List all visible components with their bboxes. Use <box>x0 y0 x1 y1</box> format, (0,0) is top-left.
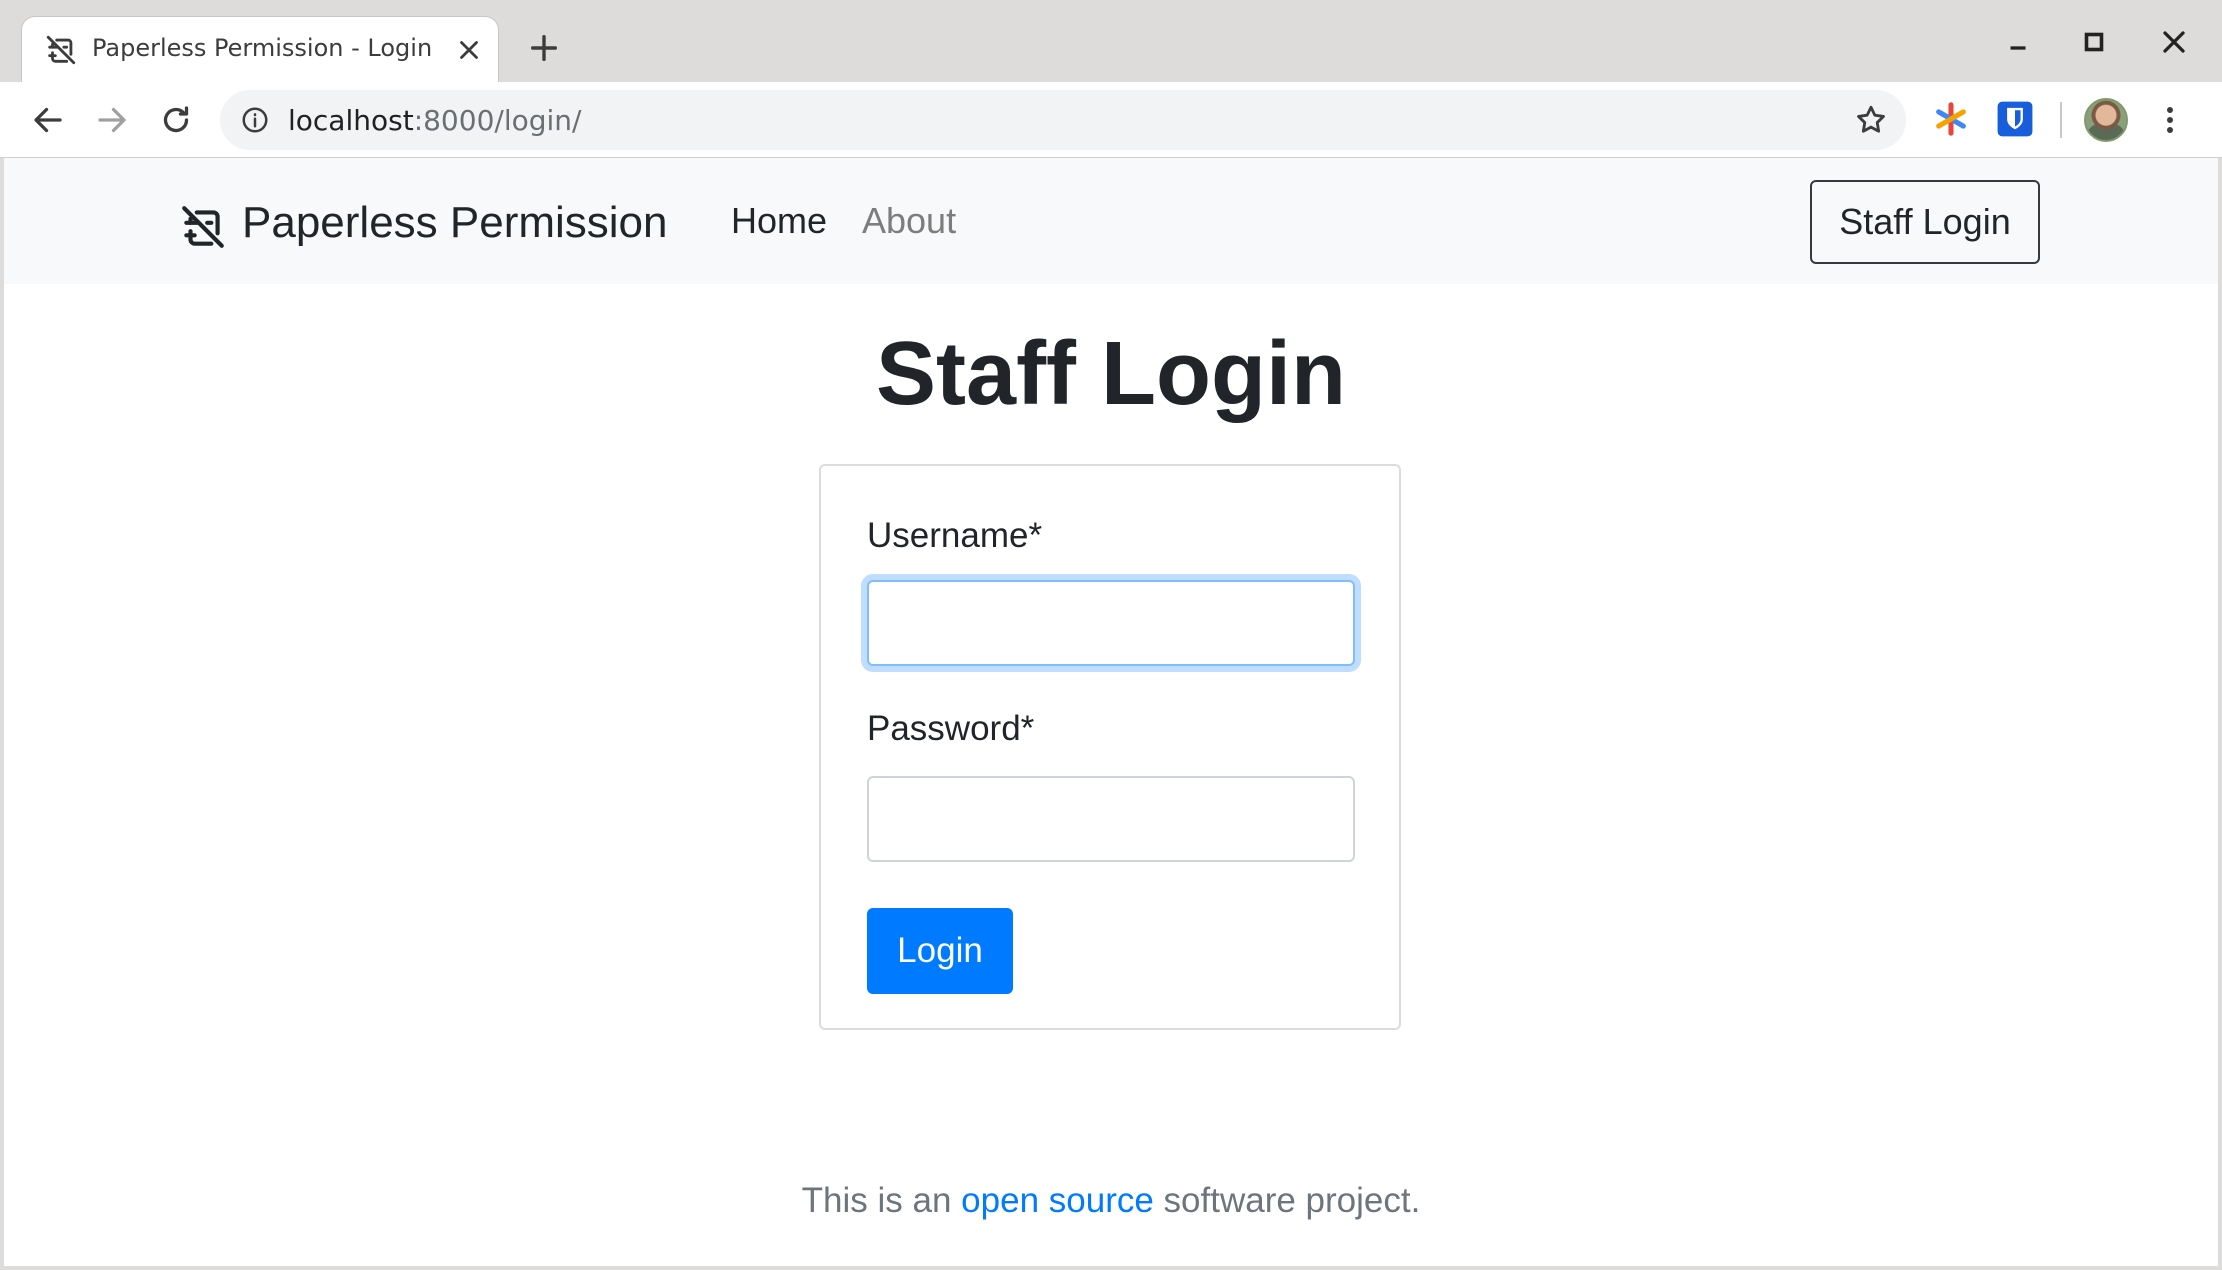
close-tab-icon[interactable] <box>454 35 484 65</box>
browser-tab[interactable]: Paperless Permission - Login <box>21 16 499 82</box>
username-label: Username* <box>867 516 1043 555</box>
info-icon[interactable] <box>240 105 270 135</box>
extension-asterisk-icon[interactable] <box>1932 100 1970 138</box>
username-input[interactable] <box>867 580 1355 666</box>
footer-text: This is an open source software project. <box>4 1181 2218 1221</box>
paper-off-icon <box>44 33 78 67</box>
reload-icon[interactable] <box>158 102 194 138</box>
browser-window: Paperless Permission - Login localhost:8… <box>0 0 2222 1270</box>
address-bar[interactable]: localhost:8000/login/ <box>220 90 1906 150</box>
nav-link-about[interactable]: About <box>862 200 956 242</box>
bookmark-star-icon[interactable] <box>1854 103 1888 137</box>
bitwarden-shield-icon[interactable] <box>1996 100 2034 138</box>
window-close-icon[interactable] <box>2156 24 2192 60</box>
tab-strip: Paperless Permission - Login <box>0 0 2222 82</box>
toolbar-divider <box>2060 102 2062 138</box>
maximize-icon[interactable] <box>2076 24 2112 60</box>
kebab-menu-icon[interactable] <box>2158 102 2182 138</box>
forward-arrow-icon[interactable] <box>94 102 130 138</box>
tab-title: Paperless Permission - Login <box>92 34 433 62</box>
login-button[interactable]: Login <box>867 908 1013 994</box>
url-path: :8000/login/ <box>413 104 582 137</box>
minimize-icon[interactable] <box>2000 24 2036 60</box>
page-title: Staff Login <box>876 324 1346 424</box>
password-input[interactable] <box>867 776 1355 862</box>
browser-toolbar: localhost:8000/login/ <box>0 82 2222 158</box>
new-tab-icon[interactable] <box>527 31 561 65</box>
open-source-link[interactable]: open source <box>961 1181 1154 1220</box>
password-label: Password* <box>867 709 1035 748</box>
nav-link-home[interactable]: Home <box>731 200 827 242</box>
footer-suffix: software project. <box>1153 1181 1421 1220</box>
login-form-card: Username* Password* Login <box>819 464 1401 1030</box>
brand-link[interactable]: Paperless Permission <box>242 198 668 248</box>
url-text[interactable]: localhost:8000/login/ <box>288 104 581 137</box>
paper-off-icon[interactable] <box>178 202 228 252</box>
site-navbar: Paperless Permission Home About Staff Lo… <box>4 158 2218 284</box>
back-arrow-icon[interactable] <box>30 102 66 138</box>
url-host: localhost <box>288 104 414 137</box>
staff-login-button[interactable]: Staff Login <box>1810 180 2040 264</box>
page-viewport: Paperless Permission Home About Staff Lo… <box>4 158 2218 1266</box>
footer-prefix: This is an <box>801 1181 962 1220</box>
profile-avatar[interactable] <box>2084 98 2128 142</box>
